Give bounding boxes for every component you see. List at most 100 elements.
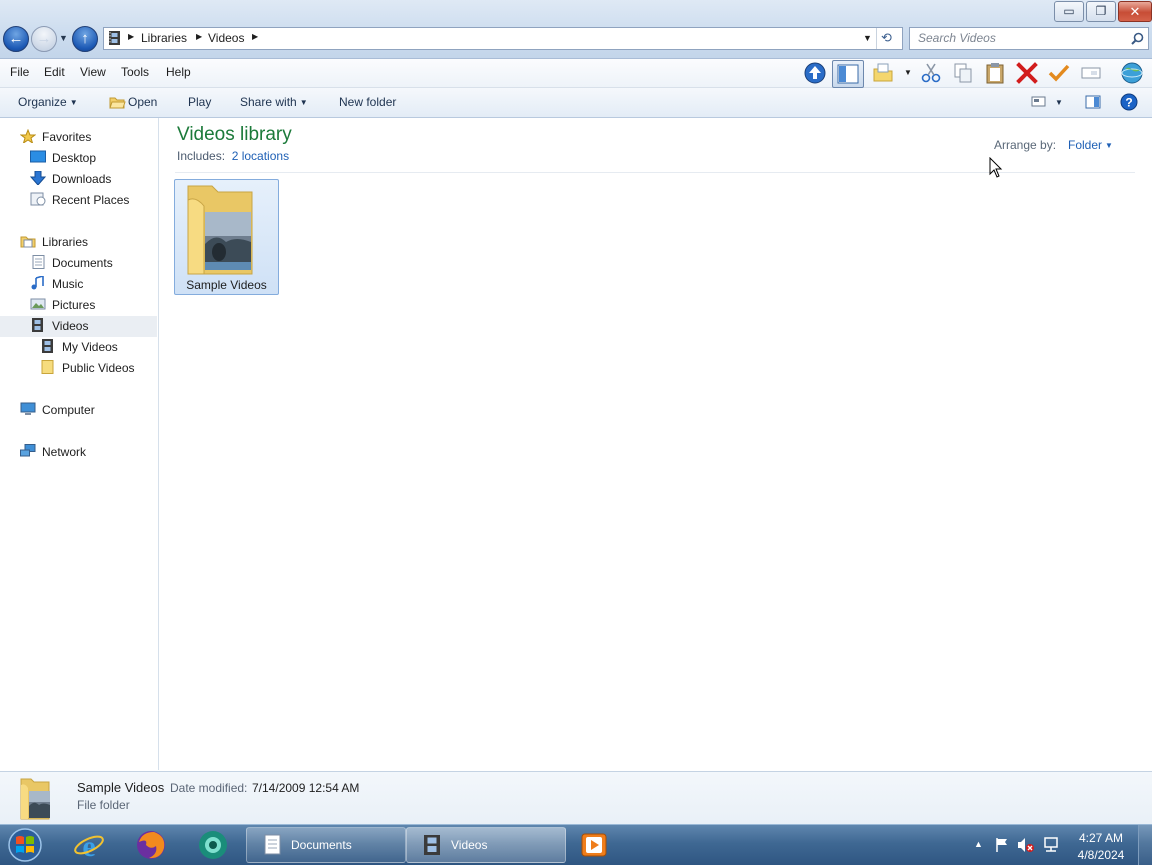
minimize-button[interactable]: ▭ <box>1054 1 1084 22</box>
menu-help[interactable]: Help <box>166 65 191 79</box>
nav-music-label: Music <box>52 277 84 291</box>
new-folder-icon[interactable] <box>872 62 894 84</box>
start-button[interactable] <box>6 827 44 863</box>
nav-favorites-label: Favorites <box>42 130 92 144</box>
address-dropdown-arrow[interactable]: ▼ <box>863 33 872 43</box>
nav-network-label: Network <box>42 445 87 459</box>
close-icon: ✕ <box>1129 4 1141 19</box>
paste-icon[interactable] <box>984 62 1006 84</box>
nav-libraries[interactable]: Libraries <box>20 232 88 253</box>
command-bar: Organize ▼ Open Play Share with ▼ New fold… <box>0 88 1152 118</box>
firefox-icon[interactable] <box>134 828 168 862</box>
video-library-icon <box>32 318 43 332</box>
breadcrumb-libraries[interactable]: Libraries <box>141 31 187 45</box>
search-input[interactable]: Search Videos <box>909 27 1149 50</box>
search-placeholder: Search Videos <box>918 31 996 45</box>
checkmark-icon[interactable] <box>1048 62 1070 84</box>
help-icon[interactable]: ? <box>1120 93 1138 111</box>
taskbar-documents[interactable]: Documents <box>246 827 406 863</box>
nav-documents[interactable]: Documents <box>30 253 113 274</box>
nav-public-videos[interactable]: Public Videos <box>40 358 135 379</box>
nav-pictures[interactable]: Pictures <box>30 295 95 316</box>
library-includes: Includes: 2 locations <box>177 149 289 163</box>
nav-computer[interactable]: Computer <box>20 400 95 421</box>
folder-item[interactable]: Sample Videos <box>174 179 279 295</box>
nav-libraries-label: Libraries <box>42 235 89 249</box>
nav-network[interactable]: Network <box>20 442 86 463</box>
recent-places-icon <box>30 192 46 206</box>
folder-icon <box>41 360 54 374</box>
nav-videos[interactable]: Videos <box>0 316 157 337</box>
network-status-icon[interactable] <box>1043 837 1061 853</box>
organize-button[interactable]: Organize ▼ <box>18 95 78 109</box>
rename-icon[interactable] <box>1080 62 1102 84</box>
taskbar-videos[interactable]: Videos <box>406 827 566 863</box>
arrange-by-dropdown[interactable]: Folder ▼ <box>1068 138 1113 152</box>
menu-edit[interactable]: Edit <box>44 65 65 79</box>
up-button[interactable]: ↑ <box>72 26 98 52</box>
taskbar-documents-label: Documents <box>291 838 352 852</box>
library-title: Videos library <box>177 124 292 145</box>
menu-file[interactable]: File <box>10 65 29 79</box>
internet-explorer-icon[interactable]: e <box>72 829 106 861</box>
play-button[interactable]: Play <box>188 95 211 109</box>
media-player-icon[interactable] <box>580 832 608 858</box>
selected-item-name: Sample Videos <box>77 780 165 795</box>
file-list-pane[interactable]: Videos library Includes: 2 locations Arr… <box>159 118 1152 770</box>
new-folder-button[interactable]: New folder <box>339 95 396 109</box>
refresh-icon[interactable]: ⟲ <box>881 30 892 46</box>
clock-date[interactable]: 4/8/2024 <box>1071 848 1131 862</box>
nav-desktop-label: Desktop <box>52 151 97 165</box>
delete-icon[interactable] <box>1016 62 1038 84</box>
volume-muted-icon[interactable] <box>1017 837 1035 853</box>
chevron-down-icon: ▼ <box>1105 141 1113 150</box>
show-hidden-icons-arrow[interactable]: ▲ <box>974 839 983 849</box>
back-button[interactable]: ← <box>3 26 29 52</box>
nav-my-videos[interactable]: My Videos <box>40 337 118 358</box>
menu-tools[interactable]: Tools <box>121 65 149 79</box>
copy-icon[interactable] <box>952 62 974 84</box>
share-with-label: Share with <box>240 95 297 109</box>
globe-icon[interactable] <box>1119 62 1145 84</box>
menu-bar: File Edit View Tools Help ▼ <box>0 59 1152 88</box>
nav-desktop[interactable]: Desktop <box>30 148 96 169</box>
date-modified-value: 7/14/2009 12:54 AM <box>252 781 360 795</box>
breadcrumb-separator[interactable]: ▶ <box>196 32 202 41</box>
cut-icon[interactable] <box>920 62 942 84</box>
up-arrow-icon[interactable] <box>804 62 826 84</box>
nav-recent-places[interactable]: Recent Places <box>30 190 129 211</box>
breadcrumb-separator[interactable]: ▶ <box>252 32 258 41</box>
search-icon[interactable] <box>1131 32 1144 45</box>
nav-downloads[interactable]: Downloads <box>30 169 111 190</box>
show-desktop-button[interactable] <box>1138 825 1152 865</box>
nav-favorites[interactable]: Favorites <box>20 127 91 148</box>
breadcrumb-videos[interactable]: Videos <box>208 31 244 45</box>
locations-link[interactable]: 2 locations <box>232 149 289 163</box>
preview-pane-toggle[interactable] <box>832 60 864 88</box>
restore-icon: ❐ <box>1095 4 1107 18</box>
open-label: Open <box>128 95 158 109</box>
menu-view[interactable]: View <box>80 65 106 79</box>
music-icon <box>31 276 44 290</box>
preview-pane-icon[interactable] <box>1085 95 1101 109</box>
action-center-flag-icon[interactable] <box>994 837 1010 853</box>
open-button[interactable]: Open <box>109 95 157 109</box>
close-button[interactable]: ✕ <box>1118 1 1152 22</box>
taskbar-videos-label: Videos <box>451 838 488 852</box>
minimize-icon: ▭ <box>1063 4 1075 18</box>
nav-music[interactable]: Music <box>30 274 83 295</box>
forward-button[interactable]: → <box>31 26 57 52</box>
change-view-icon[interactable] <box>1031 95 1047 109</box>
address-bar[interactable]: ▶ Libraries ▶ Videos ▶ ▼ ⟲ <box>103 27 903 50</box>
maximize-button[interactable]: ❐ <box>1086 1 1116 22</box>
clock-time[interactable]: 4:27 AM <box>1071 831 1131 845</box>
breadcrumb-separator[interactable]: ▶ <box>128 32 134 41</box>
taskbar: e Documents Videos ▲ 4:27 AM 4/8/2024 <box>0 824 1152 865</box>
view-options-dropdown[interactable]: ▼ <box>1055 98 1063 107</box>
app-icon[interactable] <box>196 828 230 862</box>
details-pane: Sample Videos Date modified: 7/14/2009 1… <box>0 771 1152 825</box>
share-with-button[interactable]: Share with ▼ <box>240 95 308 109</box>
recent-pages-dropdown[interactable]: ▼ <box>59 33 68 43</box>
views-dropdown-arrow[interactable]: ▼ <box>904 68 912 77</box>
organize-label: Organize <box>18 95 67 109</box>
